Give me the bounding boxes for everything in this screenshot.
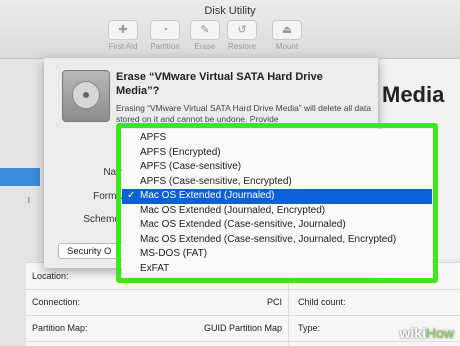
format-label: Forma: [93, 191, 122, 202]
menu-item-apfs-encrypted[interactable]: APFS (Encrypted): [122, 146, 432, 161]
type-label: Type:: [298, 323, 321, 333]
menu-item-apfs-case-sensitive[interactable]: APFS (Case-sensitive): [122, 160, 432, 175]
table-row: Partition Map: GUID Partition Map Type:: [26, 315, 460, 342]
menu-item-mac-os-extended-case-sensitive-journaled[interactable]: Mac OS Extended (Case-sensitive, Journal…: [122, 218, 432, 233]
mount-button[interactable]: ⏏ Mount: [266, 20, 308, 51]
format-dropdown-menu[interactable]: APFS APFS (Encrypted) APFS (Case-sensiti…: [122, 129, 432, 277]
partition-map-value: GUID Partition Map: [203, 323, 282, 333]
menu-item-ms-dos-fat[interactable]: MS-DOS (FAT): [122, 247, 432, 262]
window-title: Disk Utility: [204, 5, 256, 17]
erase-button[interactable]: ✎ Erase: [184, 20, 226, 51]
menu-item-apfs[interactable]: APFS: [122, 131, 432, 146]
menu-item-label: Mac OS Extended (Journaled): [140, 190, 275, 201]
mount-icon: ⏏: [272, 20, 302, 40]
menu-item-exfat[interactable]: ExFAT: [122, 262, 432, 277]
wikihow-watermark: wikiHow: [400, 325, 454, 341]
sidebar-item-selected[interactable]: [0, 168, 40, 186]
menu-item-mac-os-extended-case-sensitive-journaled-encrypted[interactable]: Mac OS Extended (Case-sensitive, Journal…: [122, 233, 432, 248]
location-label: Location:: [32, 271, 69, 281]
checkmark-icon: ✓: [127, 190, 136, 201]
table-row: Connection: PCI Child count:: [26, 289, 460, 316]
first-aid-button[interactable]: ✚ First Aid: [102, 20, 144, 51]
partition-button[interactable]: ◔ Partition: [144, 20, 186, 51]
partition-label: Partition: [150, 42, 180, 51]
menu-item-mac-os-extended-journaled-encrypted[interactable]: Mac OS Extended (Journaled, Encrypted): [122, 204, 432, 219]
erase-label: Erase: [194, 42, 216, 51]
restore-button[interactable]: ↺ Restore: [221, 20, 263, 51]
mount-label: Mount: [275, 42, 299, 51]
watermark-how: How: [425, 325, 454, 341]
spindle-shape: [83, 92, 89, 98]
partition-map-label: Partition Map:: [32, 323, 88, 333]
pie-chart-icon: ◔: [150, 20, 180, 40]
scheme-label: Scheme: [83, 214, 120, 225]
restore-label: Restore: [227, 42, 256, 51]
menu-item-mac-os-extended-journaled[interactable]: ✓ Mac OS Extended (Journaled): [122, 189, 432, 204]
dialog-description: Erasing “VMware Virtual SATA Hard Drive …: [116, 103, 372, 124]
connection-value: PCI: [266, 297, 282, 307]
child-count-label: Child count:: [298, 297, 346, 307]
title-bar: Disk Utility ✚ First Aid ◔ Partition ✎ E…: [0, 0, 460, 59]
stethoscope-icon: ✚: [108, 20, 138, 40]
first-aid-label: First Aid: [108, 42, 138, 51]
watermark-wiki: wiki: [399, 325, 426, 341]
dialog-title: Erase “VMware Virtual SATA Hard Drive Me…: [116, 71, 323, 97]
connection-label: Connection:: [32, 297, 81, 307]
restore-icon: ↺: [227, 20, 257, 40]
erase-icon: ✎: [190, 20, 220, 40]
menu-item-apfs-case-sensitive-encrypted[interactable]: APFS (Case-sensitive, Encrypted): [122, 175, 432, 190]
sidebar-item-label: l: [28, 196, 30, 205]
hard-drive-icon: [62, 70, 110, 122]
drive-title: Media: [382, 82, 445, 107]
